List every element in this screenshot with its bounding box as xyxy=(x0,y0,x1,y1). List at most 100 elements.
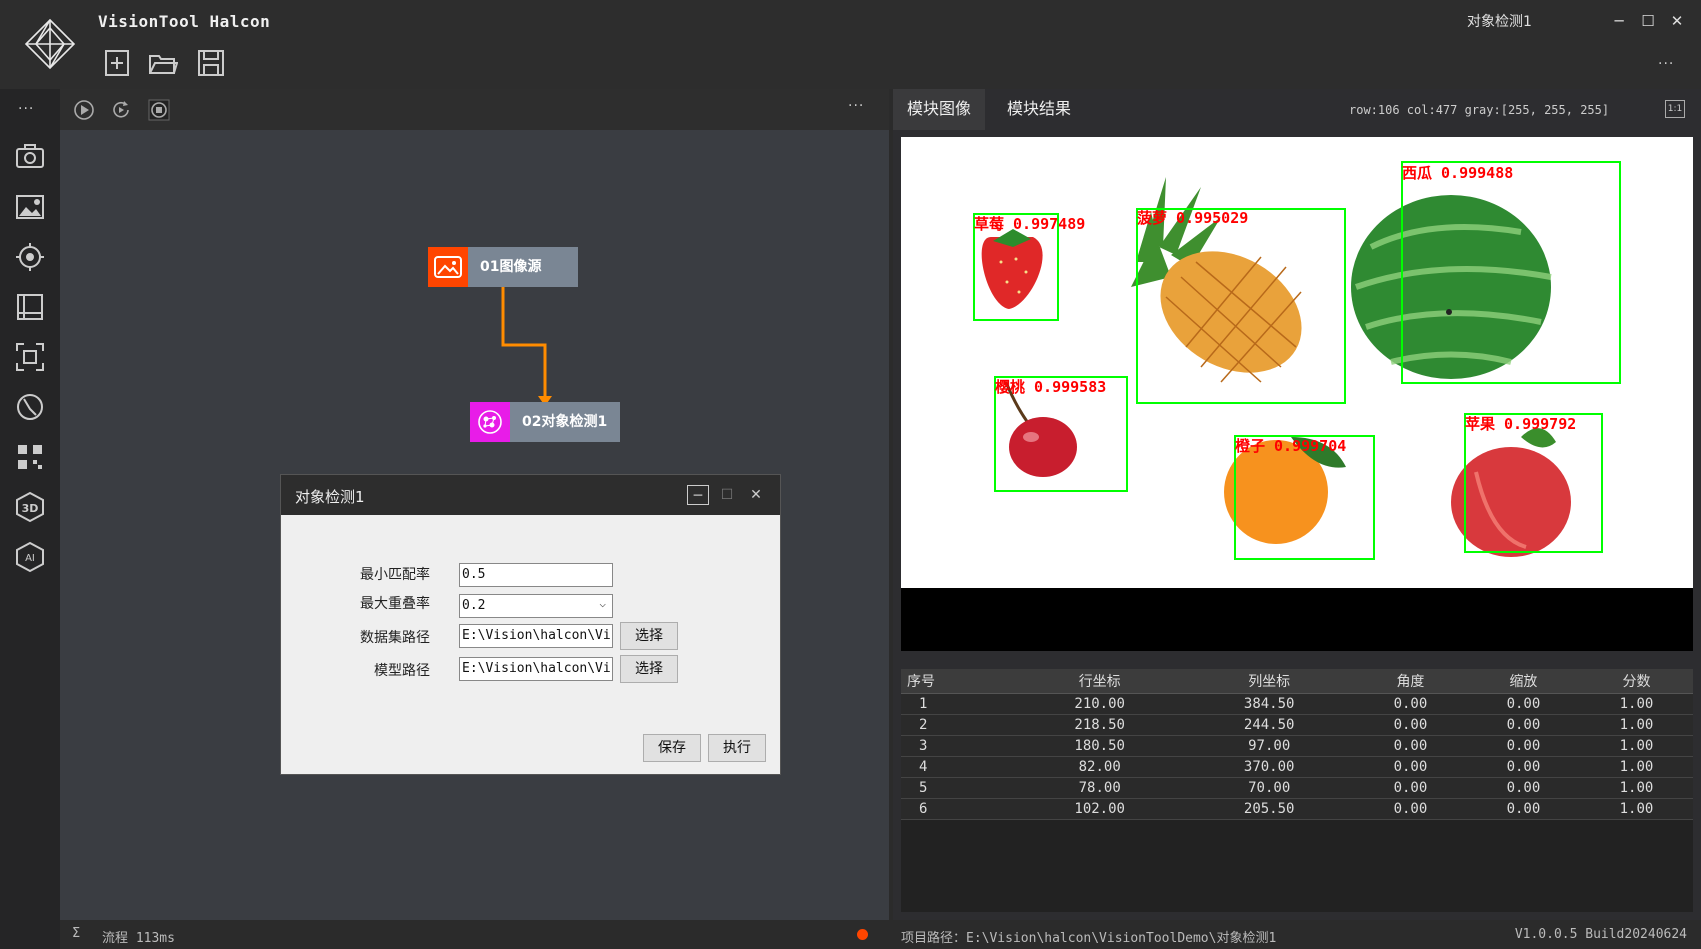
watermelon-fruit xyxy=(1351,195,1552,379)
3d-icon[interactable]: 3D xyxy=(14,491,46,523)
tab-module-image[interactable]: 模块图像 xyxy=(893,89,986,130)
table-row[interactable]: 3 180.50 97.00 0.00 0.00 1.00 xyxy=(901,735,1693,757)
table-cell: 4 xyxy=(901,756,1015,778)
measure-icon[interactable] xyxy=(14,291,46,323)
detection-label: 草莓 0.997489 xyxy=(974,215,1086,233)
apple-fruit xyxy=(1451,428,1571,557)
object-detect-icon xyxy=(470,402,510,442)
project-status-bar: 项目路径：E:\Vision\halcon\VisionToolDemo\对象检… xyxy=(893,920,1701,949)
save-icon[interactable] xyxy=(196,48,226,78)
detection-label: 菠萝 0.995029 xyxy=(1137,209,1249,227)
object-detect-dialog: 对象检测1 ─ ☐ ✕ 最小匹配率 0.5 最大重叠率 0.2 ⌵ 数据集路径 … xyxy=(280,474,781,775)
strawberry-fruit xyxy=(981,229,1043,309)
max-overlap-label: 最大重叠率 xyxy=(360,596,430,612)
table-cell: 78.00 xyxy=(1014,777,1185,799)
table-row[interactable]: 1 210.00 384.50 0.00 0.00 1.00 xyxy=(901,693,1693,715)
model-path-input[interactable]: E:\Vision\halcon\Vi xyxy=(459,657,613,681)
app-title: VisionTool Halcon xyxy=(98,12,271,31)
stop-icon[interactable] xyxy=(148,99,170,121)
table-cell: 3 xyxy=(901,735,1015,757)
left-toolbar: ··· 3D AI xyxy=(0,89,60,949)
image-viewer[interactable]: 草莓 0.997489 菠萝 0.995029 西瓜 0.999488 樱桃 0… xyxy=(901,137,1693,651)
target-icon[interactable] xyxy=(14,241,46,273)
table-cell: 0.00 xyxy=(1353,735,1467,757)
table-header-row: 序号 行坐标 列坐标 角度 缩放 分数 xyxy=(901,669,1693,694)
run-icon[interactable] xyxy=(73,99,95,121)
table-cell: 1.00 xyxy=(1579,798,1693,820)
column-header: 序号 xyxy=(901,669,1015,694)
table-cell: 102.00 xyxy=(1014,798,1185,820)
ai-icon[interactable]: AI xyxy=(14,541,46,573)
focus-frame-icon[interactable] xyxy=(14,341,46,373)
dialog-close-button[interactable]: ✕ xyxy=(745,485,767,505)
maximize-button[interactable]: ☐ xyxy=(1636,10,1660,32)
table-cell: 0.00 xyxy=(1466,735,1580,757)
dataset-path-input[interactable]: E:\Vision\halcon\Vi xyxy=(459,624,613,648)
new-file-icon[interactable] xyxy=(102,48,132,78)
execute-button[interactable]: 执行 xyxy=(708,734,766,762)
table-row[interactable]: 6 102.00 205.50 0.00 0.00 1.00 xyxy=(901,798,1693,820)
min-match-label: 最小匹配率 xyxy=(360,567,430,583)
table-cell: 5 xyxy=(901,777,1015,799)
dataset-select-button[interactable]: 选择 xyxy=(620,622,678,650)
table-row[interactable]: 5 78.00 70.00 0.00 0.00 1.00 xyxy=(901,777,1693,799)
min-match-input[interactable]: 0.5 xyxy=(459,563,613,587)
table-row[interactable]: 4 82.00 370.00 0.00 0.00 1.00 xyxy=(901,756,1693,778)
loop-run-icon[interactable] xyxy=(110,99,132,121)
model-select-button[interactable]: 选择 xyxy=(620,655,678,683)
flow-time-text: 流程 113ms xyxy=(102,931,175,946)
tab-module-result[interactable]: 模块结果 xyxy=(993,89,1085,130)
model-path-label: 模型路径 xyxy=(374,663,430,679)
detection-label: 西瓜 0.999488 xyxy=(1402,164,1514,182)
table-cell: 2 xyxy=(901,714,1015,736)
flow-node-label: 02对象检测1 xyxy=(510,402,620,442)
left-toolbar-more[interactable]: ··· xyxy=(18,101,34,117)
chevron-down-icon: ⌵ xyxy=(599,597,606,610)
table-cell: 0.00 xyxy=(1353,777,1467,799)
table-cell: 0.00 xyxy=(1466,798,1580,820)
table-cell: 0.00 xyxy=(1353,693,1467,715)
dialog-minimize-button[interactable]: ─ xyxy=(687,485,709,505)
table-row[interactable]: 2 218.50 244.50 0.00 0.00 1.00 xyxy=(901,714,1693,736)
max-overlap-select[interactable]: 0.2 ⌵ xyxy=(459,594,613,618)
table-cell: 384.50 xyxy=(1184,693,1354,715)
dataset-path-label: 数据集路径 xyxy=(360,630,430,646)
dialog-title: 对象检测1 xyxy=(295,488,365,506)
table-cell: 1.00 xyxy=(1579,756,1693,778)
svg-text:AI: AI xyxy=(25,553,35,564)
calibrate-icon[interactable] xyxy=(14,391,46,423)
close-button[interactable]: ✕ xyxy=(1665,10,1689,32)
save-button[interactable]: 保存 xyxy=(643,734,701,762)
open-folder-icon[interactable] xyxy=(148,48,178,78)
app-logo-icon xyxy=(24,18,76,70)
dialog-maximize-button[interactable]: ☐ xyxy=(716,485,738,505)
qrcode-icon[interactable] xyxy=(14,441,46,473)
image-process-icon[interactable] xyxy=(14,191,46,223)
table-cell: 82.00 xyxy=(1014,756,1185,778)
table-cell: 0.00 xyxy=(1353,798,1467,820)
image-source-icon xyxy=(428,247,468,287)
table-cell: 205.50 xyxy=(1184,798,1354,820)
table-cell: 0.00 xyxy=(1466,693,1580,715)
table-cell: 97.00 xyxy=(1184,735,1354,757)
detection-image: 草莓 0.997489 菠萝 0.995029 西瓜 0.999488 樱桃 0… xyxy=(901,137,1693,588)
result-panel: 模块图像 模块结果 row:106 col:477 gray:[255, 255… xyxy=(893,89,1701,920)
max-overlap-value: 0.2 xyxy=(462,598,486,613)
sigma-icon: Σ xyxy=(72,926,81,941)
title-more-button[interactable]: ··· xyxy=(1658,56,1674,72)
fruit-image xyxy=(973,161,1621,560)
table-cell: 218.50 xyxy=(1014,714,1185,736)
table-cell: 0.00 xyxy=(1466,777,1580,799)
result-table: 序号 行坐标 列坐标 角度 缩放 分数 1 210.00 384.50 0.00 0.0… xyxy=(901,669,1693,912)
flow-node-image-source[interactable]: 01图像源 xyxy=(428,247,578,287)
table-cell: 370.00 xyxy=(1184,756,1354,778)
flow-node-label: 01图像源 xyxy=(468,247,578,287)
detection-label: 苹果 0.999792 xyxy=(1465,415,1577,433)
title-bar: VisionTool Halcon 对象检测1 ─ ☐ ✕ ··· xyxy=(0,0,1701,89)
flow-node-object-detect[interactable]: 02对象检测1 xyxy=(470,402,620,442)
minimize-button[interactable]: ─ xyxy=(1607,10,1631,32)
table-cell: 180.50 xyxy=(1014,735,1185,757)
flow-toolbar-more[interactable]: ··· xyxy=(848,98,864,114)
camera-icon[interactable] xyxy=(14,141,46,173)
actual-size-icon[interactable]: 1:1 xyxy=(1665,100,1685,118)
